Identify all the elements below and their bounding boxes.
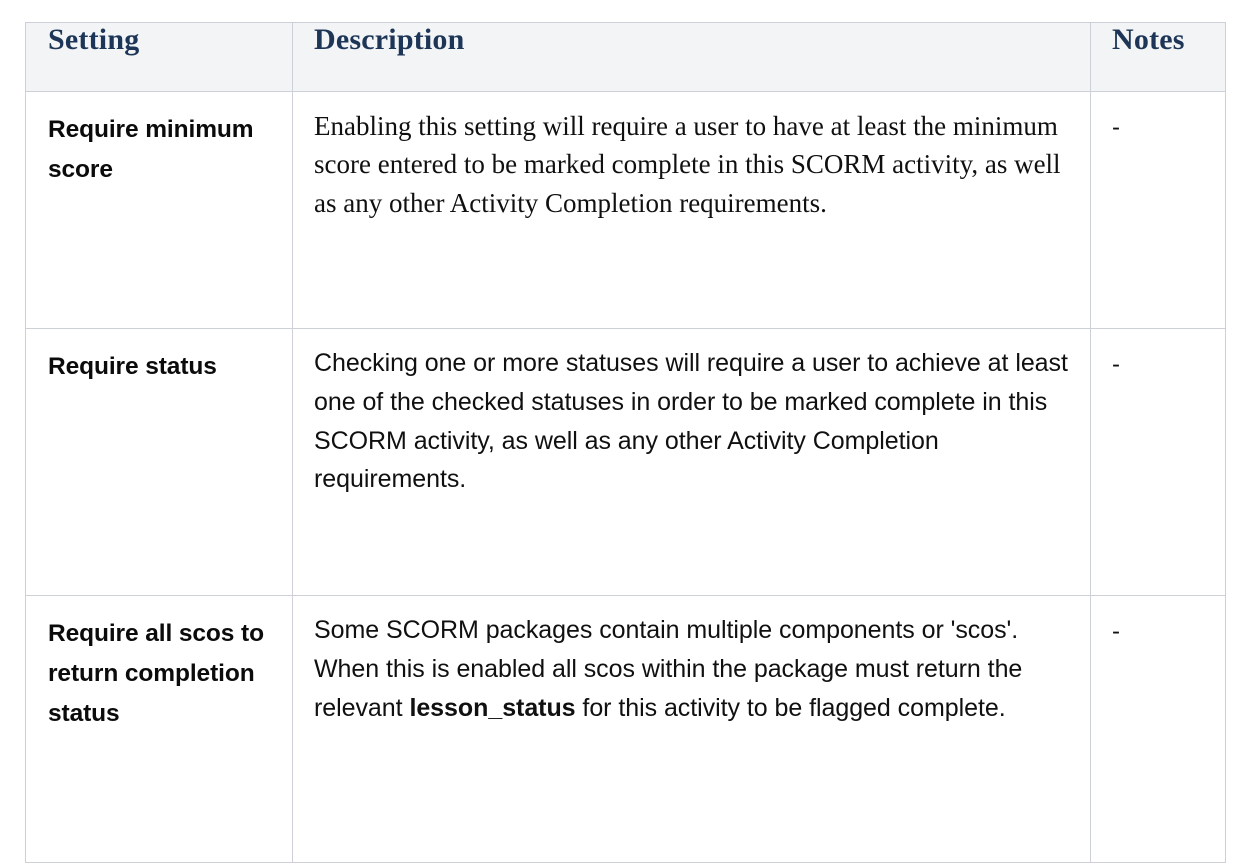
description-text: Some SCORM packages contain multiple com… — [314, 616, 1023, 722]
column-header-notes: Notes — [1090, 22, 1226, 92]
table-header-row: Setting Description Notes — [25, 22, 1226, 92]
cell-setting: Require all scos to return completion st… — [25, 595, 293, 863]
cell-description: Some SCORM packages contain multiple com… — [292, 595, 1091, 863]
cell-description: Enabling this setting will require a use… — [292, 91, 1091, 329]
table-row: Require minimum score Enabling this sett… — [25, 91, 1226, 329]
cell-setting: Require minimum score — [25, 91, 293, 329]
cell-notes: - — [1090, 328, 1226, 596]
column-header-setting-label: Setting — [48, 23, 140, 56]
description-text: Enabling this setting will require a use… — [314, 111, 1061, 218]
column-header-description-label: Description — [314, 23, 465, 56]
cell-description: Checking one or more statuses will requi… — [292, 328, 1091, 596]
table-header: Setting Description Notes — [25, 22, 1226, 92]
table-row: Require all scos to return completion st… — [25, 595, 1226, 863]
description-text: Checking one or more statuses will requi… — [314, 349, 1068, 494]
cell-notes: - — [1090, 91, 1226, 329]
column-header-description: Description — [292, 22, 1091, 92]
setting-label: Require status — [48, 353, 217, 380]
notes-text: - — [1112, 351, 1120, 378]
setting-label: Require all scos to return completion st… — [48, 620, 264, 728]
setting-label: Require minimum score — [48, 116, 254, 184]
page-root: Setting Description Notes Require minimu… — [0, 0, 1251, 863]
notes-text: - — [1112, 114, 1120, 141]
table-body: Require minimum score Enabling this sett… — [25, 91, 1226, 863]
cell-notes: - — [1090, 595, 1226, 863]
column-header-setting: Setting — [25, 22, 293, 92]
cell-setting: Require status — [25, 328, 293, 596]
table-row: Require status Checking one or more stat… — [25, 328, 1226, 596]
settings-table: Setting Description Notes Require minimu… — [25, 22, 1226, 863]
column-header-notes-label: Notes — [1112, 23, 1185, 56]
notes-text: - — [1112, 618, 1120, 645]
